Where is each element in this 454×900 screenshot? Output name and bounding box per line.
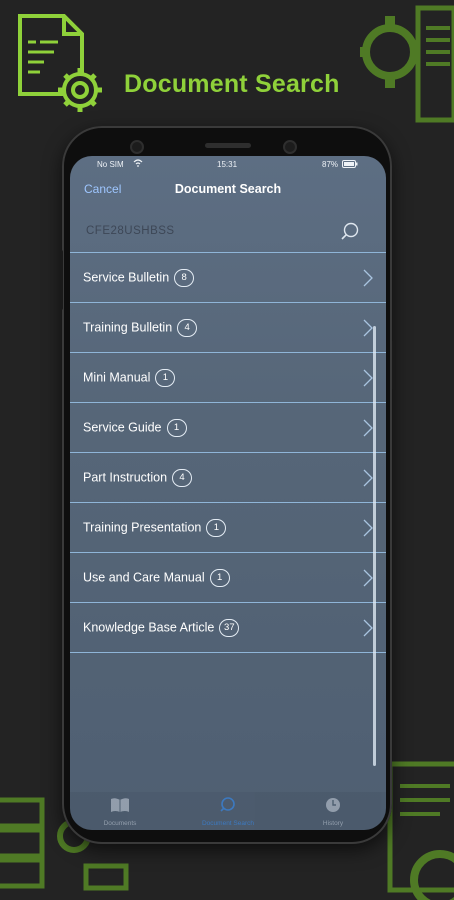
search-icon[interactable] xyxy=(340,221,360,241)
results-list: Service Bulletin 8 Training Bulletin 4 Mini … xyxy=(70,253,386,653)
result-title: Use and Care Manual xyxy=(83,570,205,585)
battery-icon xyxy=(342,160,358,170)
wifi-icon xyxy=(133,159,143,169)
status-time: 15:31 xyxy=(217,160,238,169)
count-badge: 1 xyxy=(155,369,176,387)
result-label: Training Bulletin 4 xyxy=(83,319,198,337)
result-row[interactable]: Part Instruction 4 xyxy=(70,453,386,503)
result-row[interactable]: Use and Care Manual 1 xyxy=(70,553,386,603)
page-title: Document Search xyxy=(174,182,282,196)
count-badge: 4 xyxy=(177,319,198,337)
document-gear-logo-icon xyxy=(18,14,102,112)
count-badge: 1 xyxy=(206,519,227,537)
chevron-right-icon xyxy=(363,269,373,287)
result-row[interactable]: Service Guide 1 xyxy=(70,403,386,453)
result-row[interactable]: Knowledge Base Article 37 xyxy=(70,603,386,653)
result-row[interactable]: Training Bulletin 4 xyxy=(70,303,386,353)
carrier-text: No SIM xyxy=(97,160,124,169)
result-label: Part Instruction 4 xyxy=(83,469,193,487)
front-camera xyxy=(130,140,144,154)
result-label: Knowledge Base Article 37 xyxy=(83,619,240,637)
battery-text: 87% xyxy=(322,160,339,169)
result-label: Training Presentation 1 xyxy=(83,519,227,537)
result-title: Training Presentation xyxy=(83,520,202,535)
count-badge: 8 xyxy=(174,269,195,287)
volume-button xyxy=(59,250,63,310)
clock-icon xyxy=(326,798,340,812)
scrollbar[interactable] xyxy=(373,326,376,766)
result-label: Service Bulletin 8 xyxy=(83,269,195,287)
earpiece-speaker xyxy=(205,143,251,148)
gear-document-decoration-icon xyxy=(360,5,454,123)
result-title: Mini Manual xyxy=(83,370,151,385)
book-icon xyxy=(111,798,129,812)
search-field[interactable]: CFE28USHBSS xyxy=(70,212,386,253)
tab-document-search-label: Document Search xyxy=(201,820,255,827)
tab-history-label: History xyxy=(322,820,344,827)
result-label: Mini Manual 1 xyxy=(83,369,176,387)
search-input[interactable]: CFE28USHBSS xyxy=(86,225,175,237)
power-button xyxy=(392,340,396,390)
result-title: Service Guide xyxy=(83,420,162,435)
tab-documents-label: Documents xyxy=(103,820,137,827)
tab-bar: Documents Document Search History xyxy=(70,792,386,830)
tab-documents[interactable]: Documents xyxy=(85,797,155,827)
result-title: Service Bulletin xyxy=(83,270,170,285)
count-badge: 4 xyxy=(172,469,193,487)
app-screen: No SIM 15:31 87% Cancel Document Search … xyxy=(70,156,386,830)
sensor xyxy=(283,140,297,154)
result-title: Part Instruction xyxy=(83,470,168,485)
count-badge: 1 xyxy=(209,569,230,587)
count-badge: 1 xyxy=(166,419,187,437)
result-title: Knowledge Base Article xyxy=(83,620,215,635)
result-title: Training Bulletin xyxy=(83,320,173,335)
result-label: Service Guide 1 xyxy=(83,419,187,437)
promo-title: Document Search xyxy=(124,70,340,98)
status-bar: No SIM 15:31 87% xyxy=(70,156,386,174)
search-icon xyxy=(220,797,235,812)
result-label: Use and Care Manual 1 xyxy=(83,569,230,587)
result-row[interactable]: Mini Manual 1 xyxy=(70,353,386,403)
result-row[interactable]: Training Presentation 1 xyxy=(70,503,386,553)
navigation-bar: Cancel Document Search xyxy=(70,174,386,206)
tab-document-search[interactable]: Document Search xyxy=(193,797,263,827)
result-row[interactable]: Service Bulletin 8 xyxy=(70,253,386,303)
tab-history[interactable]: History xyxy=(298,797,368,827)
count-badge: 37 xyxy=(219,619,240,637)
